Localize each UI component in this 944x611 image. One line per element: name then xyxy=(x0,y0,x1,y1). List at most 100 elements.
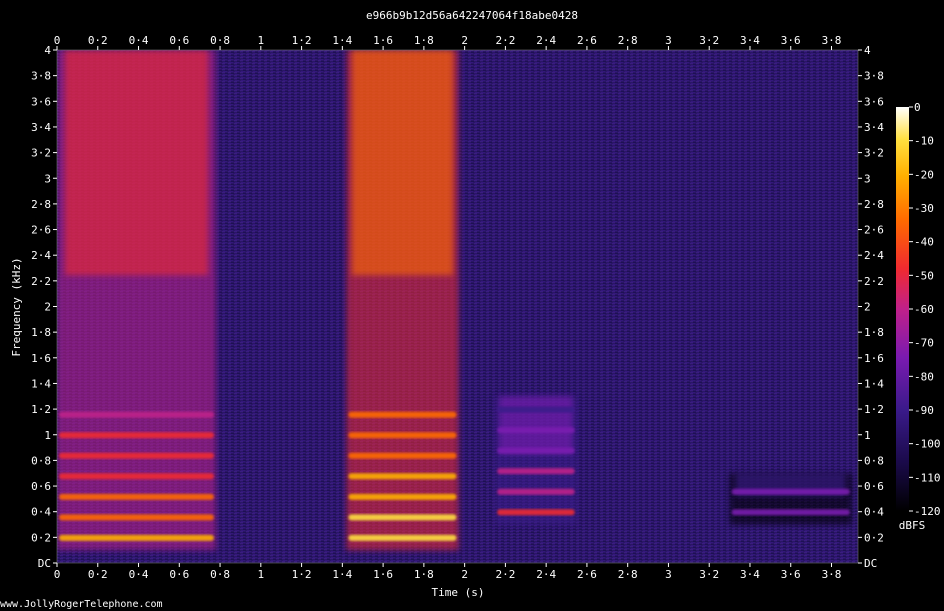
x-tick-label: 2·2 xyxy=(495,568,515,581)
harmonic-stripe xyxy=(59,534,214,541)
harmonic-stripe xyxy=(59,514,214,521)
harmonic-stripe xyxy=(348,452,457,459)
x-tick-label-top: 2·8 xyxy=(618,34,638,47)
y-tick-label-right: 3·8 xyxy=(864,70,884,83)
y-tick-label: 1·8 xyxy=(31,326,51,339)
x-tick-label: 0·6 xyxy=(169,568,189,581)
y-tick-label-right: 1·4 xyxy=(864,377,884,390)
harmonic-stripe xyxy=(348,514,457,521)
y-tick-label-right: DC xyxy=(864,557,877,570)
x-tick-label-top: 2·6 xyxy=(577,34,597,47)
x-tick-label-top: 0·6 xyxy=(169,34,189,47)
y-tick-label-right: 2·6 xyxy=(864,224,884,237)
x-tick-label: 3·8 xyxy=(822,568,842,581)
watermark-text: www.JollyRogerTelephone.com xyxy=(0,599,163,610)
chart-title: e966b9b12d56a642247064f18abe0428 xyxy=(366,9,578,22)
y-tick-label: 2·2 xyxy=(31,275,51,288)
harmonic-stripe xyxy=(731,488,850,495)
colorbar-tick-label: -80 xyxy=(914,370,934,383)
x-tick-label: 2·6 xyxy=(577,568,597,581)
y-tick-label: 2 xyxy=(44,301,51,314)
y-tick-label: 2·4 xyxy=(31,249,51,262)
energy-region xyxy=(495,396,577,525)
energy-region xyxy=(346,50,459,551)
y-tick-label-right: 4 xyxy=(864,44,871,57)
x-tick-label-top: 3·2 xyxy=(699,34,719,47)
x-tick-label-top: 0·4 xyxy=(129,34,149,47)
x-tick-label-top: 1 xyxy=(258,34,265,47)
y-tick-label-right: 3·6 xyxy=(864,95,884,108)
x-tick-label-top: 3·8 xyxy=(822,34,842,47)
y-tick-label-right: 1·8 xyxy=(864,326,884,339)
x-tick-label: 0·2 xyxy=(88,568,108,581)
harmonic-stripe xyxy=(348,432,457,439)
x-tick-label-top: 2 xyxy=(461,34,468,47)
y-tick-label-right: 1·6 xyxy=(864,352,884,365)
y-tick-label-right: 2·8 xyxy=(864,198,884,211)
harmonic-stripe xyxy=(348,473,457,480)
region-upper-band xyxy=(64,50,209,276)
energy-region xyxy=(57,50,216,551)
x-tick-label: 1·4 xyxy=(332,568,352,581)
spectrogram-chart: e966b9b12d56a642247064f18abe0428 0 0 0·2 0·… xyxy=(0,9,941,610)
colorbar-label: dBFS xyxy=(899,519,926,532)
x-axis-label: Time (s) xyxy=(432,586,485,599)
x-tick-label: 1 xyxy=(258,568,265,581)
x-tick-label-top: 0 xyxy=(54,34,61,47)
colorbar-tick-label: -120 xyxy=(914,505,941,518)
x-tick-label-top: 0·8 xyxy=(210,34,230,47)
y-tick-label: 1·6 xyxy=(31,352,51,365)
plot-area xyxy=(57,50,858,563)
harmonic-stripe xyxy=(497,509,575,516)
y-tick-label: 2·8 xyxy=(31,198,51,211)
region-upper-band xyxy=(499,396,573,454)
y-tick-label: 1 xyxy=(44,429,51,442)
x-tick-label-top: 3 xyxy=(665,34,672,47)
y-tick-label: 0·4 xyxy=(31,506,51,519)
harmonic-stripe xyxy=(348,493,457,500)
colorbar-tick-label: -70 xyxy=(914,337,934,350)
y-tick-label: 1·2 xyxy=(31,403,51,416)
y-tick-label-right: 2 xyxy=(864,301,871,314)
y-tick-label: 0·2 xyxy=(31,531,51,544)
x-tick-label-top: 3·6 xyxy=(781,34,801,47)
harmonic-stripe xyxy=(59,473,214,480)
colorbar-tick-label: -40 xyxy=(914,236,934,249)
y-tick-label: 2·6 xyxy=(31,224,51,237)
x-tick-label: 1·8 xyxy=(414,568,434,581)
y-tick-label: 0·6 xyxy=(31,480,51,493)
y-tick-label: 3·4 xyxy=(31,121,51,134)
y-tick-label-right: 0·2 xyxy=(864,531,884,544)
colorbar-tick-label: -90 xyxy=(914,404,934,417)
x-tick-label: 2·8 xyxy=(618,568,638,581)
y-tick-label-right: 3·4 xyxy=(864,121,884,134)
x-tick-label-top: 2·2 xyxy=(495,34,515,47)
colorbar-tick-label: -110 xyxy=(914,471,941,484)
x-tick-label: 2 xyxy=(461,568,468,581)
y-tick-label: 4 xyxy=(44,44,51,57)
harmonic-stripe xyxy=(497,447,575,454)
x-tick-label: 1·2 xyxy=(292,568,312,581)
y-tick-label-right: 0·6 xyxy=(864,480,884,493)
y-tick-label-right: 3 xyxy=(864,172,871,185)
region-upper-band xyxy=(352,50,453,276)
colorbar: 0 -10 -20 -30 -40 -50 -60 -70 -80 -90 -100 -110 -120… xyxy=(896,101,941,532)
x-tick-label-top: 2·4 xyxy=(536,34,556,47)
harmonic-stripe xyxy=(59,432,214,439)
colorbar-gradient xyxy=(896,107,909,511)
colorbar-tick-label: -100 xyxy=(914,438,941,451)
harmonic-stripe xyxy=(59,493,214,500)
harmonic-stripe xyxy=(497,406,575,413)
x-tick-label: 3 xyxy=(665,568,672,581)
y-axis-label: Frequency (kHz) xyxy=(10,257,23,356)
y-tick-label: 3·2 xyxy=(31,147,51,160)
colorbar-ticks: 0 -10 -20 -30 -40 -50 -60 -70 -80 -90 -100 -110 -120 xyxy=(909,101,941,518)
y-tick-label: 3·6 xyxy=(31,95,51,108)
colorbar-tick-label: -50 xyxy=(914,269,934,282)
y-tick-label-right: 3·2 xyxy=(864,147,884,160)
harmonic-stripe xyxy=(59,411,214,418)
y-tick-label: 3·8 xyxy=(31,70,51,83)
y-tick-label-right: 0·8 xyxy=(864,454,884,467)
energy-region xyxy=(729,473,852,525)
harmonic-stripe xyxy=(497,468,575,475)
